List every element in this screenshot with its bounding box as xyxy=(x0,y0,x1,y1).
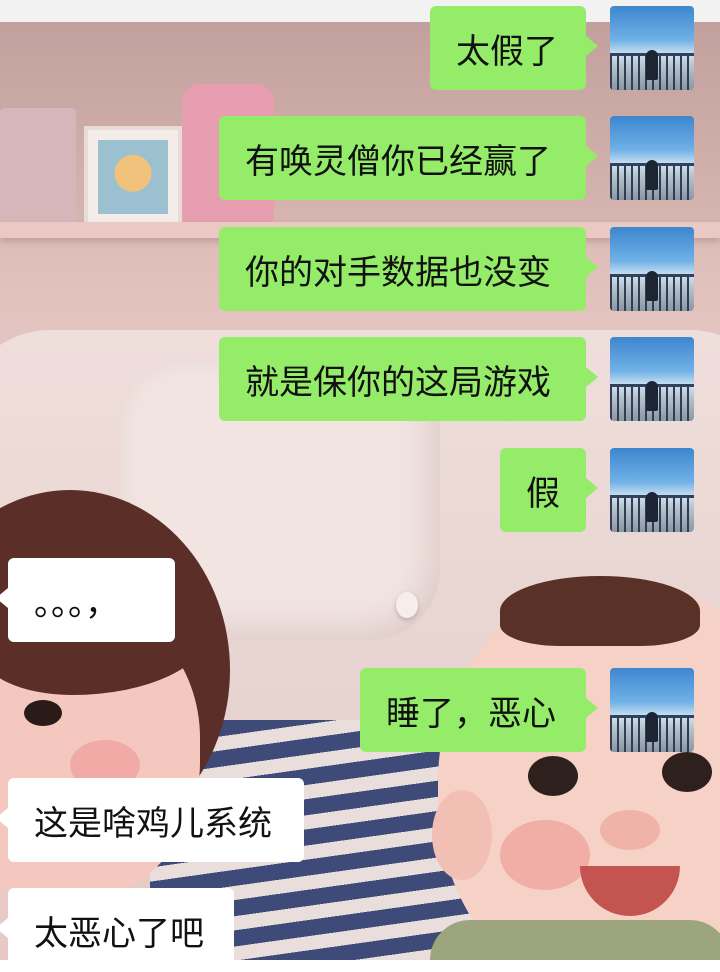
message-text: 。。。， xyxy=(34,583,119,624)
my-avatar[interactable] xyxy=(610,116,694,200)
message-text: 你的对手数据也没变 xyxy=(245,252,551,293)
my-avatar[interactable] xyxy=(610,448,694,532)
my-message-bubble[interactable]: 太假了 xyxy=(430,6,598,90)
my-message-bubble[interactable]: 就是保你的这局游戏 xyxy=(219,337,598,421)
message-text: 太假了 xyxy=(456,31,558,72)
my-avatar[interactable] xyxy=(610,337,694,421)
their-message-bubble[interactable]: 这是啥鸡儿系统 xyxy=(0,778,304,862)
my-message-bubble[interactable]: 有唤灵僧你已经赢了 xyxy=(219,116,598,200)
my-avatar[interactable] xyxy=(610,227,694,311)
message-text: 有唤灵僧你已经赢了 xyxy=(245,141,551,182)
my-avatar[interactable] xyxy=(610,668,694,752)
my-message-bubble[interactable]: 你的对手数据也没变 xyxy=(219,227,598,311)
their-message-bubble[interactable]: 。。。， xyxy=(0,558,175,642)
message-text: 就是保你的这局游戏 xyxy=(245,362,551,403)
message-text: 这是啥鸡儿系统 xyxy=(34,803,272,844)
my-message-bubble[interactable]: 假 xyxy=(500,448,598,532)
message-text: 太恶心了吧 xyxy=(34,913,204,954)
message-text: 假 xyxy=(526,473,560,514)
my-message-bubble[interactable]: 睡了，恶心 xyxy=(360,668,598,752)
chat-message-list[interactable]: 太假了 有唤灵僧你已经赢了 你的对手数据也没变 就是保你的这局游戏 假 。。。，… xyxy=(0,0,720,972)
message-text: 睡了，恶心 xyxy=(386,693,556,734)
my-avatar[interactable] xyxy=(610,6,694,90)
their-message-bubble[interactable]: 太恶心了吧 xyxy=(0,888,234,972)
